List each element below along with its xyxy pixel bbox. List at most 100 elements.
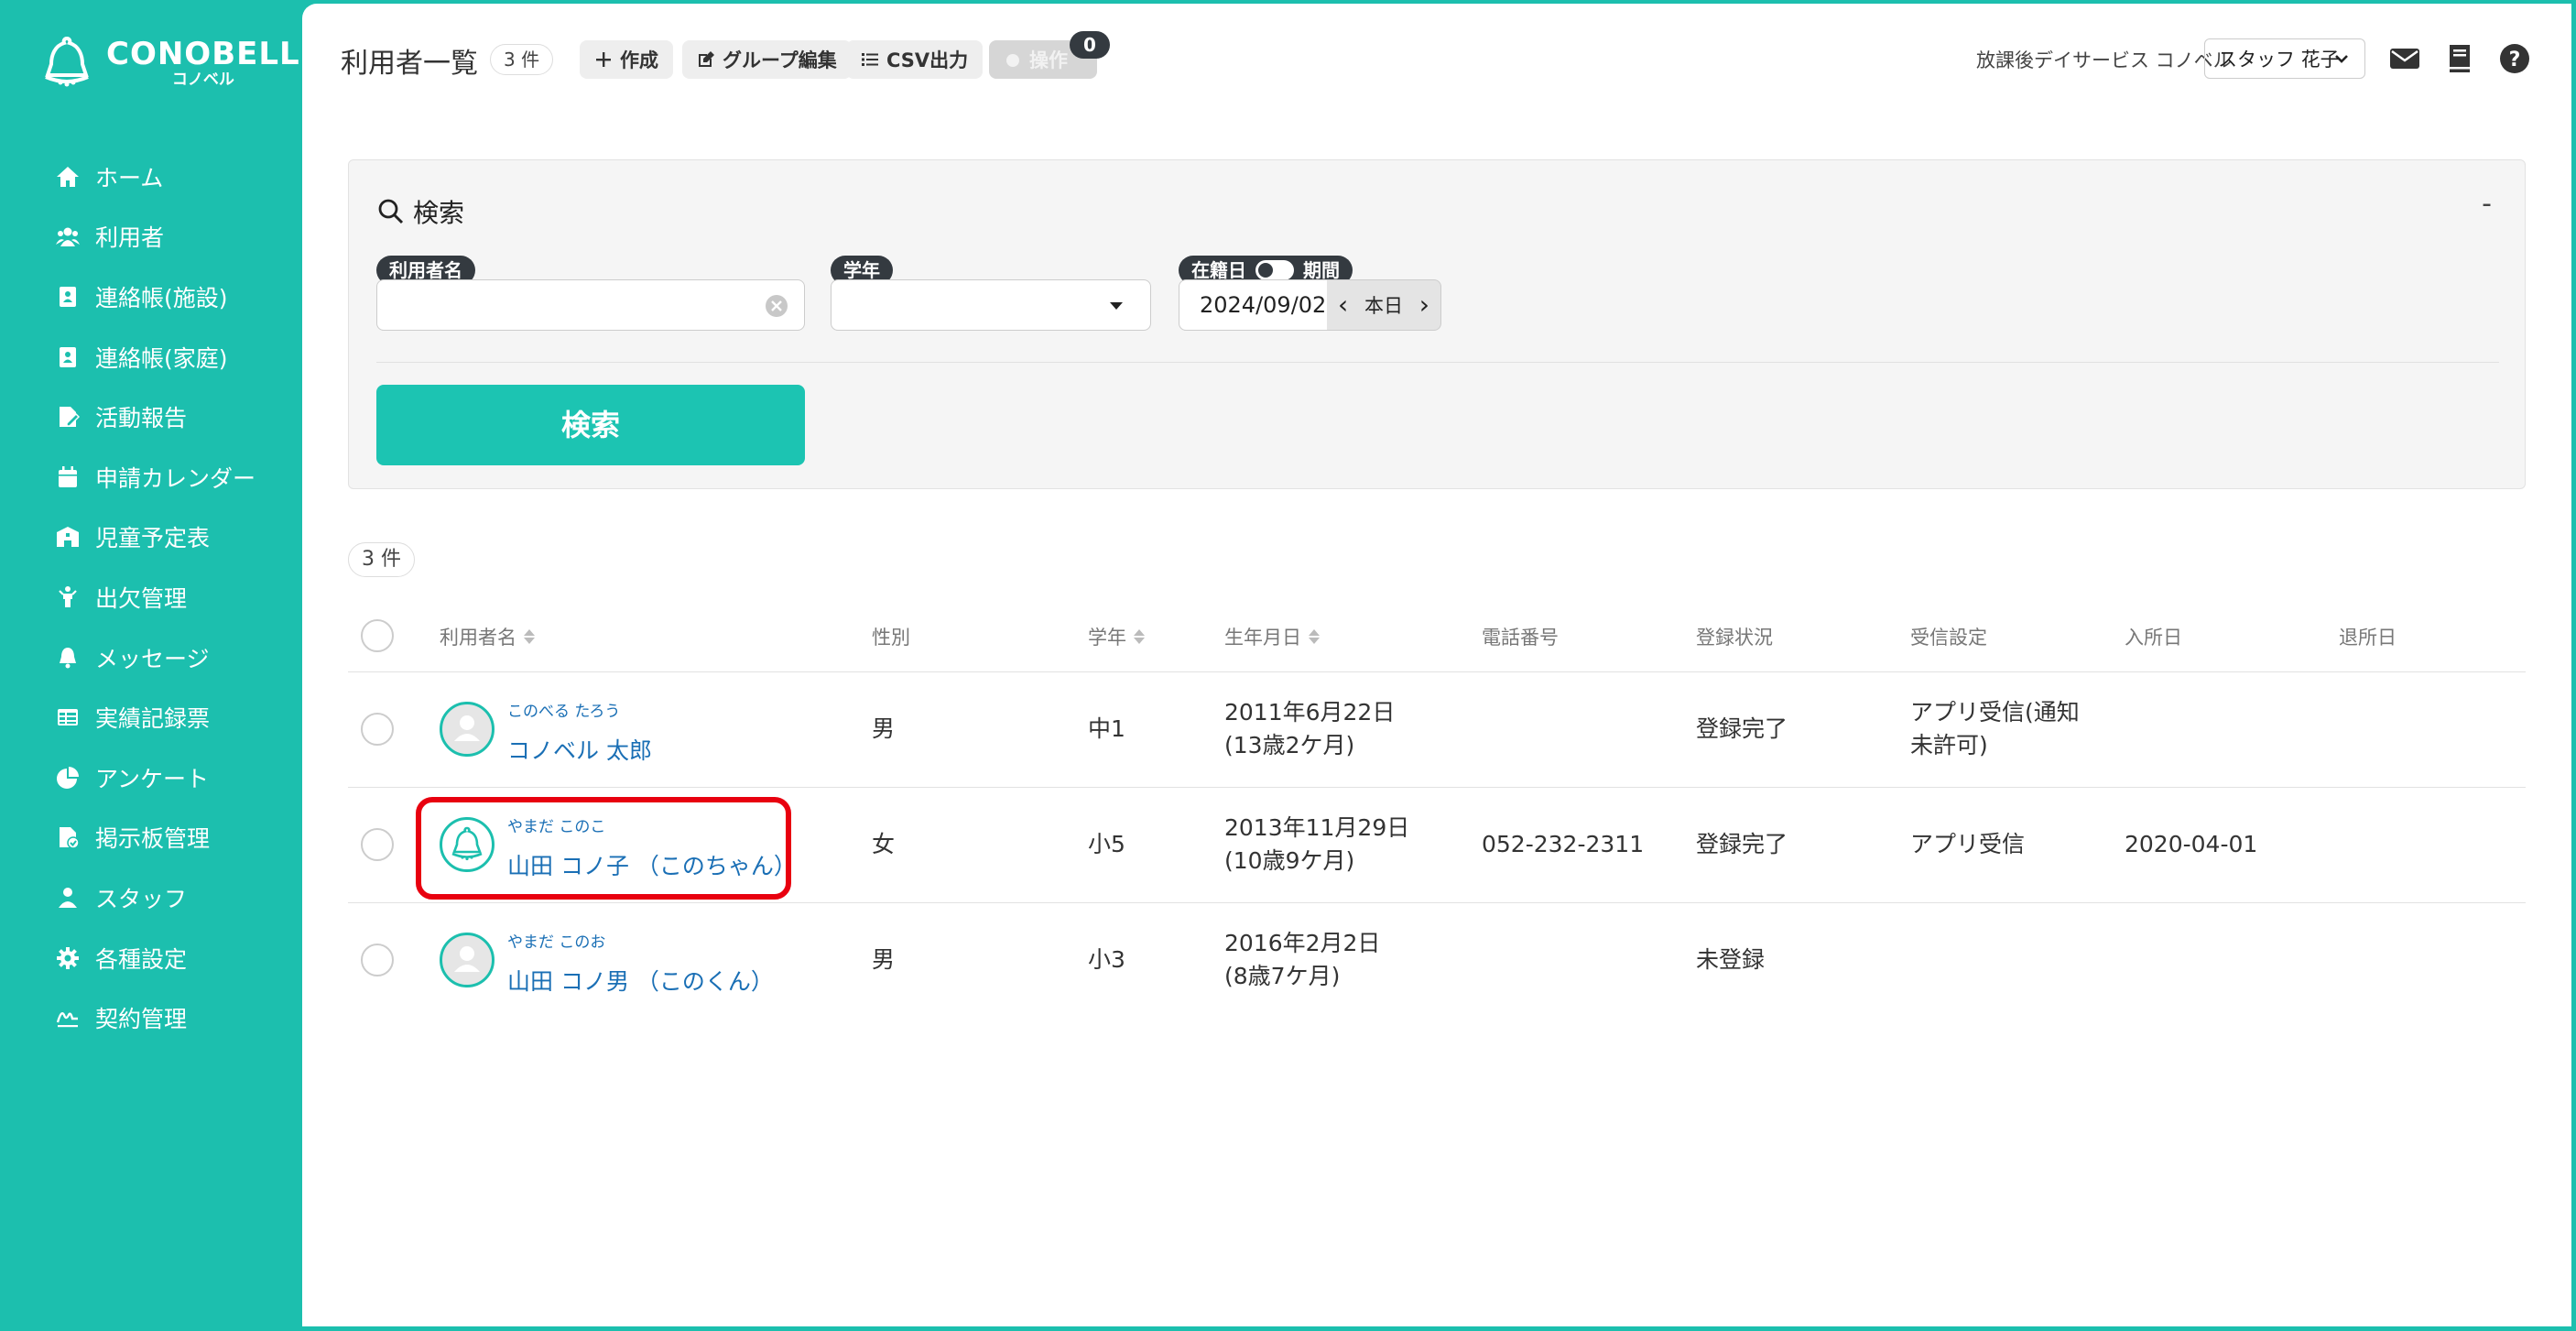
user-receive: アプリ受信 [1910, 828, 2025, 861]
user-status: 登録完了 [1696, 715, 1788, 742]
facility-name: 放課後デイサービス コノベル [1976, 49, 2233, 71]
group-edit-button-label: グループ編集 [723, 49, 837, 71]
brand-logo[interactable]: CONOBELL コノベル [40, 35, 300, 92]
user-gender: 男 [872, 946, 896, 973]
user-age: (8歳7ケ月) [1224, 963, 1341, 989]
page-title: 利用者一覧 [341, 48, 478, 80]
sidebar-item-label: 掲示板管理 [95, 825, 211, 853]
staff-select[interactable]: スタッフ 花子 [2204, 38, 2365, 79]
csv-export-button[interactable]: CSV出力 [846, 40, 984, 79]
column-gender: 性別 [872, 627, 910, 649]
plus-icon [596, 52, 611, 67]
avatar [440, 933, 495, 987]
sidebar-item-4[interactable]: 活動報告 [0, 387, 302, 447]
table-row: このべる たろう コノベル 太郎 男 中1 2011年6月22日 (13歳2ケ月… [348, 672, 2526, 788]
name-filter-input[interactable] [376, 279, 805, 331]
result-count-badge: 3 件 [348, 542, 415, 577]
brand-name: CONOBELL [106, 36, 300, 72]
users-icon [55, 224, 81, 249]
main-panel: 利用者一覧 3 件 作成 グループ編集 CSV出力 操作 0 放課後デイサービス… [302, 4, 2571, 1326]
row-checkbox[interactable] [361, 713, 394, 746]
default-user-icon [454, 946, 480, 972]
row-checkbox[interactable] [361, 828, 394, 861]
pie-chart-icon [55, 765, 81, 791]
clear-icon[interactable] [764, 293, 789, 319]
today-button[interactable]: 本日 [1364, 291, 1403, 319]
sidebar-item-label: 利用者 [95, 224, 165, 252]
table-header: 利用者名 性別 学年 生年月日 電話番号 登録状況 受信設定 入所日 退所日 [348, 599, 2526, 672]
users-table: 利用者名 性別 学年 生年月日 電話番号 登録状況 受信設定 入所日 退所日 こ… [348, 599, 2526, 1019]
staff-icon [55, 885, 81, 911]
search-icon [378, 199, 404, 224]
search-title-label: 検索 [413, 198, 465, 228]
sidebar-item-6[interactable]: 児童予定表 [0, 507, 302, 568]
user-status: 未登録 [1696, 946, 1766, 973]
search-panel: 検索 - 利用者名 学年 在籍日 期間 2024/09/02 ‹ 本日 › 検索 [348, 159, 2526, 489]
hand-icon [1006, 54, 1019, 67]
sidebar-item-8[interactable]: メッセージ [0, 627, 302, 688]
user-grade: 小3 [1088, 946, 1125, 973]
select-all-checkbox[interactable] [361, 619, 394, 652]
chevron-down-icon [2335, 55, 2348, 63]
sidebar-item-10[interactable]: アンケート [0, 747, 302, 808]
sort-icon [1134, 629, 1145, 644]
caret-down-icon [1110, 302, 1123, 310]
date-input-value: 2024/09/02 [1200, 292, 1327, 318]
sidebar-item-1[interactable]: 利用者 [0, 207, 302, 267]
collapse-button[interactable]: - [2482, 188, 2492, 220]
column-birthday-label: 生年月日 [1224, 627, 1301, 649]
column-join-date: 入所日 [2125, 627, 2182, 649]
sidebar-item-label: アンケート [95, 765, 210, 792]
column-receive: 受信設定 [1910, 627, 1987, 649]
column-birthday[interactable]: 生年月日 [1224, 623, 1320, 650]
sidebar-item-2[interactable]: 連絡帳(施設) [0, 267, 302, 327]
school-icon [55, 524, 81, 550]
sidebar-item-label: 活動報告 [95, 405, 188, 432]
grade-filter-select[interactable] [831, 279, 1151, 331]
sidebar-nav: ホーム利用者連絡帳(施設) 連絡帳(家庭) 活動報告申請カレンダー 児童予定表 出欠管理… [0, 147, 302, 1048]
sidebar-item-label: 連絡帳(施設) [95, 284, 228, 311]
file-edit-icon [55, 404, 81, 430]
sidebar-item-3[interactable]: 連絡帳(家庭) [0, 327, 302, 387]
date-navigation: ‹ 本日 › [1327, 279, 1441, 331]
sidebar-item-13[interactable]: 各種設定 [0, 928, 302, 988]
person-icon [55, 584, 81, 610]
user-name-link[interactable]: 山田 コノ男 （このくん） [507, 964, 774, 997]
mail-icon[interactable] [2388, 42, 2421, 75]
sidebar-item-7[interactable]: 出欠管理 [0, 567, 302, 627]
sidebar-item-0[interactable]: ホーム [0, 147, 302, 207]
row-checkbox[interactable] [361, 944, 394, 976]
svg-text:?: ? [2509, 49, 2521, 71]
file-check-icon [55, 824, 81, 850]
csv-export-button-label: CSV出力 [886, 49, 969, 71]
manual-book-icon[interactable] [2443, 42, 2476, 75]
sidebar-item-12[interactable]: スタッフ [0, 867, 302, 928]
user-birthday: 2013年11月29日 (10歳9ケ月) [1224, 812, 1409, 878]
user-name-kana: このべる たろう [507, 703, 621, 721]
user-birthday: 2016年2月2日 (8歳7ケ月) [1224, 927, 1380, 993]
column-grade[interactable]: 学年 [1088, 623, 1145, 650]
search-panel-title: 検索 [376, 193, 464, 230]
sidebar-item-5[interactable]: 申請カレンダー [0, 447, 302, 507]
contact-book-icon [55, 284, 81, 310]
search-button[interactable]: 検索 [376, 385, 805, 465]
group-edit-button[interactable]: グループ編集 [682, 40, 852, 79]
create-button[interactable]: 作成 [580, 40, 673, 79]
user-birthday-date: 2016年2月2日 [1224, 930, 1381, 956]
signature-icon [55, 1005, 81, 1031]
prev-day-icon[interactable]: ‹ [1338, 292, 1348, 318]
column-name[interactable]: 利用者名 [440, 623, 535, 650]
column-phone: 電話番号 [1482, 627, 1559, 649]
sidebar-item-9[interactable]: 実績記録票 [0, 687, 302, 747]
user-name-link[interactable]: コノベル 太郎 [507, 733, 652, 766]
date-mode-toggle[interactable] [1255, 260, 1294, 280]
table-row: やまだ このこ 山田 コノ子 （このちゃん） 女 小5 2013年11月29日 … [348, 788, 2526, 903]
help-icon[interactable]: ? [2498, 42, 2531, 75]
sidebar-item-14[interactable]: 契約管理 [0, 987, 302, 1048]
edit-icon [699, 51, 714, 67]
sidebar-item-11[interactable]: 掲示板管理 [0, 808, 302, 868]
sidebar-item-label: ホーム [95, 164, 164, 191]
brand-sub: コノベル [171, 71, 234, 89]
next-day-icon[interactable]: › [1419, 292, 1429, 318]
column-grade-label: 学年 [1088, 627, 1126, 649]
